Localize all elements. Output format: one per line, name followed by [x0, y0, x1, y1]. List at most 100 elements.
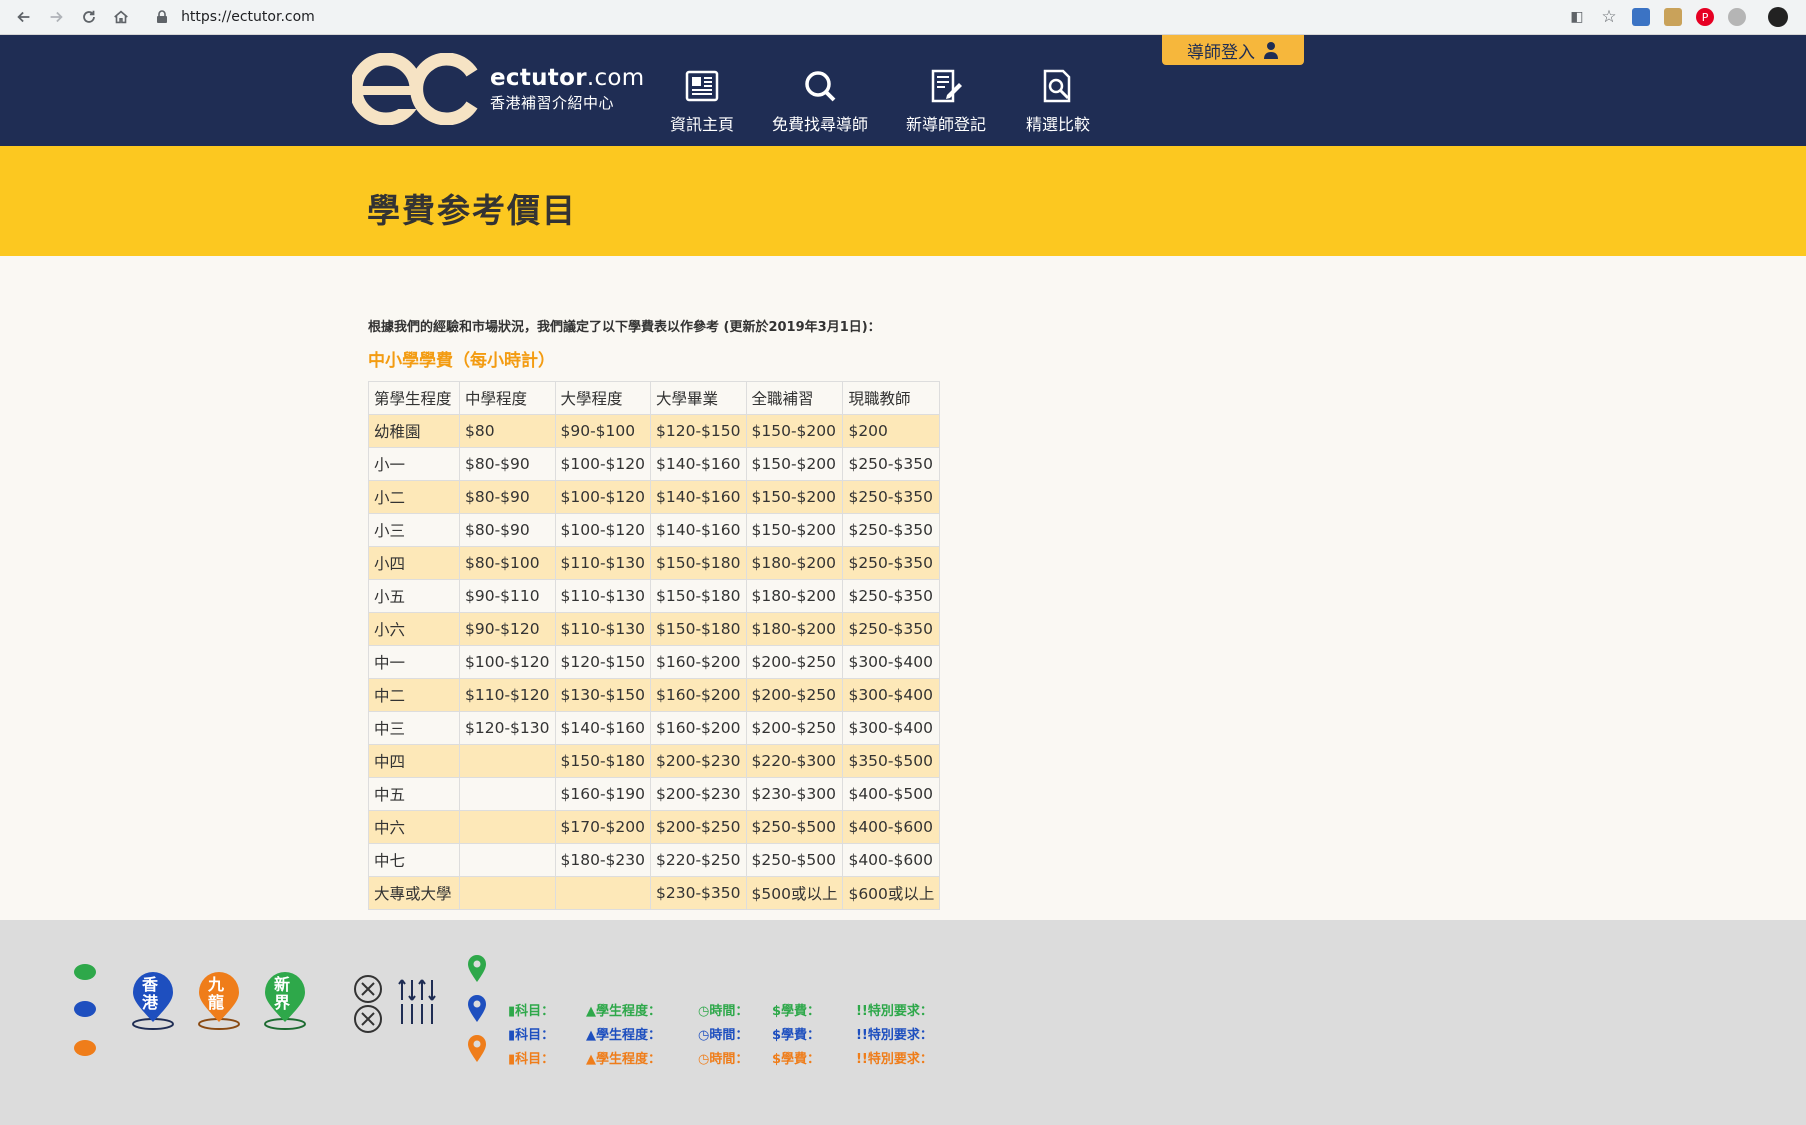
- grade-cell: 中六: [368, 810, 460, 844]
- fee-cell: $300-$400: [842, 645, 941, 679]
- fee-cell: $150-$200: [745, 480, 844, 514]
- column-header: 第學生程度: [368, 381, 460, 415]
- fee-cell: $200-$230: [650, 777, 747, 811]
- fee-cell: [459, 777, 556, 811]
- footer-sprites: 香港 九龍 新界 ▮科目： ▲學生程度： ◷時間： $學費： !!特別要求： ▮…: [0, 920, 1806, 1125]
- fee-cell: $300-$400: [842, 678, 941, 712]
- lock-icon: [157, 10, 168, 23]
- fee-cell: $150-$200: [745, 447, 844, 481]
- table-row: 小五 $90-$110 $110-$130 $150-$180 $180-$200 $25…: [368, 579, 941, 613]
- pin-label-nt: 新界: [274, 975, 291, 1012]
- fee-cell: $160-$190: [554, 777, 651, 811]
- close-circle-icon: [354, 975, 382, 1003]
- nav-item-home[interactable]: 資訊主頁: [670, 67, 734, 155]
- section-title: 中小學學費（每小時計）: [368, 351, 555, 371]
- extension-folder-icon[interactable]: [1664, 8, 1683, 26]
- fee-cell: $180-$200: [745, 612, 844, 646]
- intro-text: 根據我們的經驗和市場狀況，我們議定了以下學費表以作參考 (更新於2019年3月1…: [368, 320, 881, 335]
- fee-cell: $300-$400: [842, 711, 941, 745]
- fee-cell: $150-$200: [745, 513, 844, 547]
- register-icon: [931, 69, 963, 103]
- compare-icon: [1043, 69, 1071, 103]
- table-row: 小四 $80-$100 $110-$130 $150-$180 $180-$200 $25…: [368, 546, 941, 580]
- main-content: 根據我們的經驗和市場狀況，我們議定了以下學費表以作參考 (更新於2019年3月1…: [0, 256, 1806, 920]
- legend-special: 特別要求：: [867, 1052, 933, 1067]
- nav-item-register[interactable]: 新導師登記: [906, 67, 986, 135]
- fee-cell: $80-$100: [459, 546, 556, 580]
- grade-cell: 小五: [368, 579, 460, 613]
- fee-cell: $220-$250: [650, 843, 747, 877]
- fee-cell: $250-$350: [842, 579, 941, 613]
- logo-domain-tld: .com: [586, 65, 645, 91]
- back-icon[interactable]: [8, 1, 40, 33]
- nav-item-find-tutor[interactable]: 免費找尋導師: [772, 67, 868, 135]
- fee-cell: $140-$160: [650, 447, 747, 481]
- fee-cell: $400-$600: [842, 843, 941, 877]
- grade-cell: 大專或大學: [368, 876, 460, 910]
- site-settings-icon[interactable]: ◧: [1568, 8, 1586, 26]
- extension-cloud-icon[interactable]: [1728, 8, 1747, 26]
- legend-special: 特別要求：: [867, 1004, 933, 1019]
- fee-cell: $90-$110: [459, 579, 556, 613]
- extension-person-icon[interactable]: [1632, 8, 1651, 26]
- address-bar[interactable]: https://ectutor.com: [155, 3, 1569, 31]
- grade-cell: 幼稚園: [368, 414, 460, 448]
- forward-icon[interactable]: [41, 1, 73, 33]
- fee-cell: $150-$200: [745, 414, 844, 448]
- fee-cell: $250-$500: [745, 843, 844, 877]
- fee-cell: $110-$130: [554, 546, 651, 580]
- table-row: 大專或大學 $230-$350 $500或以上 $600或以上: [368, 876, 941, 910]
- nav-label: 新導師登記: [906, 115, 987, 134]
- nav-label: 免費找尋導師: [772, 115, 869, 134]
- fee-cell: $90-$100: [554, 414, 651, 448]
- profile-avatar[interactable]: [1768, 7, 1789, 27]
- main-nav: 資訊主頁 免費找尋導師 新導師登記 精選比較: [670, 67, 1130, 155]
- bookmark-star-icon[interactable]: ☆: [1600, 7, 1618, 27]
- site-header: ectutor.com 香港補習介紹中心 資訊主頁 免費找尋導師 新導師登記 精…: [0, 35, 1806, 155]
- close-circle-icon-2: [354, 1005, 382, 1033]
- fee-cell: $230-$300: [745, 777, 844, 811]
- site-logo[interactable]: ectutor.com 香港補習介紹中心: [352, 53, 644, 125]
- fee-cell: $130-$150: [554, 678, 651, 712]
- fee-cell: $80-$90: [459, 513, 556, 547]
- logo-subtitle: 香港補習介紹中心: [490, 94, 615, 112]
- fee-cell: $200-$250: [745, 711, 844, 745]
- legend-row-blue: ▮科目： ▲學生程度： ◷時間： $學費： !!特別要求：: [508, 1024, 933, 1043]
- fee-cell: [554, 876, 651, 910]
- fee-cell: $250-$500: [745, 810, 844, 844]
- legend-row-green: ▮科目： ▲學生程度： ◷時間： $學費： !!特別要求：: [508, 1000, 933, 1019]
- nav-item-compare[interactable]: 精選比較: [1026, 67, 1090, 135]
- legend-row-orange: ▮科目： ▲學生程度： ◷時間： $學費： !!特別要求：: [508, 1048, 933, 1067]
- column-header: 大學程度: [554, 381, 651, 415]
- table-row: 小六 $90-$120 $110-$130 $150-$180 $180-$200 $25…: [368, 612, 941, 646]
- fee-cell: [459, 843, 556, 877]
- legend-level: 學生程度：: [596, 1004, 662, 1019]
- table-row: 中七 $180-$230 $220-$250 $250-$500 $400-$600: [368, 843, 941, 877]
- search-icon: [805, 71, 836, 102]
- grade-cell: 中七: [368, 843, 460, 877]
- fee-cell: $400-$500: [842, 777, 941, 811]
- reload-icon[interactable]: [73, 1, 105, 33]
- map-pin-orange-icon: [468, 1035, 486, 1062]
- fee-cell: $140-$160: [554, 711, 651, 745]
- table-row: 小三 $80-$90 $100-$120 $140-$160 $150-$200 $250…: [368, 513, 941, 547]
- fee-cell: $110-$120: [459, 678, 556, 712]
- legend-subject: 科目：: [515, 1052, 555, 1067]
- legend-subject: 科目：: [515, 1004, 555, 1019]
- login-label: 導師登入: [1187, 42, 1255, 63]
- browser-toolbar: https://ectutor.com ◧ ☆ P: [0, 0, 1806, 35]
- fee-cell: $200-$250: [650, 810, 747, 844]
- tutor-login-button[interactable]: 導師登入: [1162, 35, 1304, 65]
- fee-cell: $120-$150: [554, 645, 651, 679]
- legend-time: 時間：: [709, 1028, 749, 1043]
- fee-cell: $250-$350: [842, 612, 941, 646]
- grade-cell: 中四: [368, 744, 460, 778]
- fee-cell: $150-$180: [554, 744, 651, 778]
- home-icon[interactable]: [106, 1, 138, 33]
- fee-cell: $110-$130: [554, 579, 651, 613]
- pinterest-icon[interactable]: P: [1696, 8, 1715, 26]
- legend-subject: 科目：: [515, 1028, 555, 1043]
- fee-cell: $100-$120: [554, 513, 651, 547]
- table-row: 中四 $150-$180 $200-$230 $220-$300 $350-$500: [368, 744, 941, 778]
- chat-bubble-orange-icon: [74, 1040, 96, 1056]
